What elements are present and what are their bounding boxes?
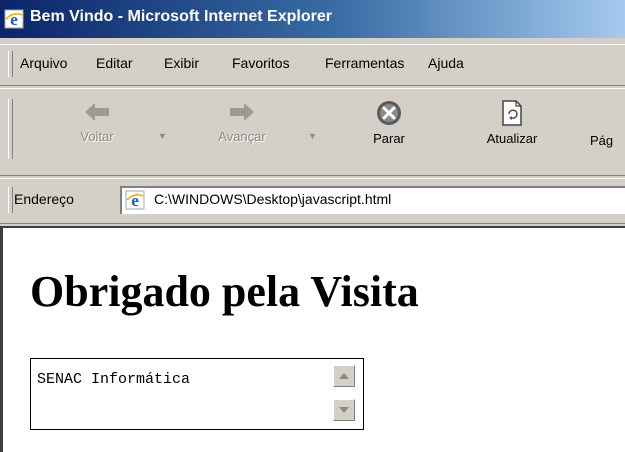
back-label: Voltar [80, 129, 114, 144]
dropdown-arrow-icon[interactable]: ▼ [158, 131, 167, 141]
address-url: C:\WINDOWS\Desktop\javascript.html [154, 191, 392, 207]
forward-button[interactable]: Avançar [200, 99, 284, 144]
address-input[interactable]: e C:\WINDOWS\Desktop\javascript.html [120, 186, 625, 214]
title-bar[interactable]: e Bem Vindo - Microsoft Internet Explore… [0, 0, 625, 38]
back-arrow-icon [85, 103, 109, 121]
address-bar: Endereço e C:\WINDOWS\Desktop\javascript… [0, 178, 625, 224]
textarea-value: SENAC Informática [37, 371, 191, 388]
menu-bar-grip[interactable] [8, 51, 13, 77]
refresh-icon [502, 100, 522, 126]
page-heading: Obrigado pela Visita [30, 267, 419, 316]
browser-window: e Bem Vindo - Microsoft Internet Explore… [0, 0, 625, 452]
ie-logo-icon: e [125, 190, 145, 210]
standard-toolbar: Voltar ▼ Avançar ▼ Parar Atualizar Pág [0, 88, 625, 176]
menu-editar[interactable]: Editar [96, 55, 133, 71]
home-label: Pág [590, 133, 614, 148]
dropdown-arrow-icon[interactable]: ▼ [308, 131, 317, 141]
ie-logo-icon: e [4, 9, 24, 29]
svg-text:e: e [10, 10, 18, 29]
address-bar-grip[interactable] [8, 187, 13, 213]
svg-text:e: e [131, 191, 139, 210]
forward-label: Avançar [218, 129, 266, 144]
stop-label: Parar [373, 131, 405, 146]
content-left-edge [0, 226, 3, 452]
home-button[interactable]: Pág [590, 99, 625, 148]
page-content: Obrigado pela Visita SENAC Informática [0, 226, 625, 452]
menu-bar: Arquivo Editar Exibir Favoritos Ferramen… [0, 44, 625, 86]
window-title: Bem Vindo - Microsoft Internet Explorer [30, 8, 332, 25]
menu-ajuda[interactable]: Ajuda [428, 55, 464, 71]
menu-exibir[interactable]: Exibir [164, 55, 199, 71]
scroll-down-icon [339, 407, 349, 413]
refresh-button[interactable]: Atualizar [477, 99, 547, 146]
stop-icon [377, 101, 401, 125]
stop-button[interactable]: Parar [364, 99, 414, 146]
scroll-up-button[interactable] [333, 365, 355, 387]
menu-favoritos[interactable]: Favoritos [232, 55, 290, 71]
back-button[interactable]: Voltar [62, 99, 132, 144]
scroll-down-button[interactable] [333, 399, 355, 421]
menu-arquivo[interactable]: Arquivo [20, 55, 67, 71]
address-label: Endereço [14, 191, 74, 207]
forward-arrow-icon [230, 103, 254, 121]
menu-ferramentas[interactable]: Ferramentas [325, 55, 404, 71]
scroll-up-icon [339, 373, 349, 379]
toolbar-grip[interactable] [8, 99, 13, 159]
message-textarea[interactable]: SENAC Informática [30, 358, 364, 430]
refresh-label: Atualizar [486, 131, 538, 146]
